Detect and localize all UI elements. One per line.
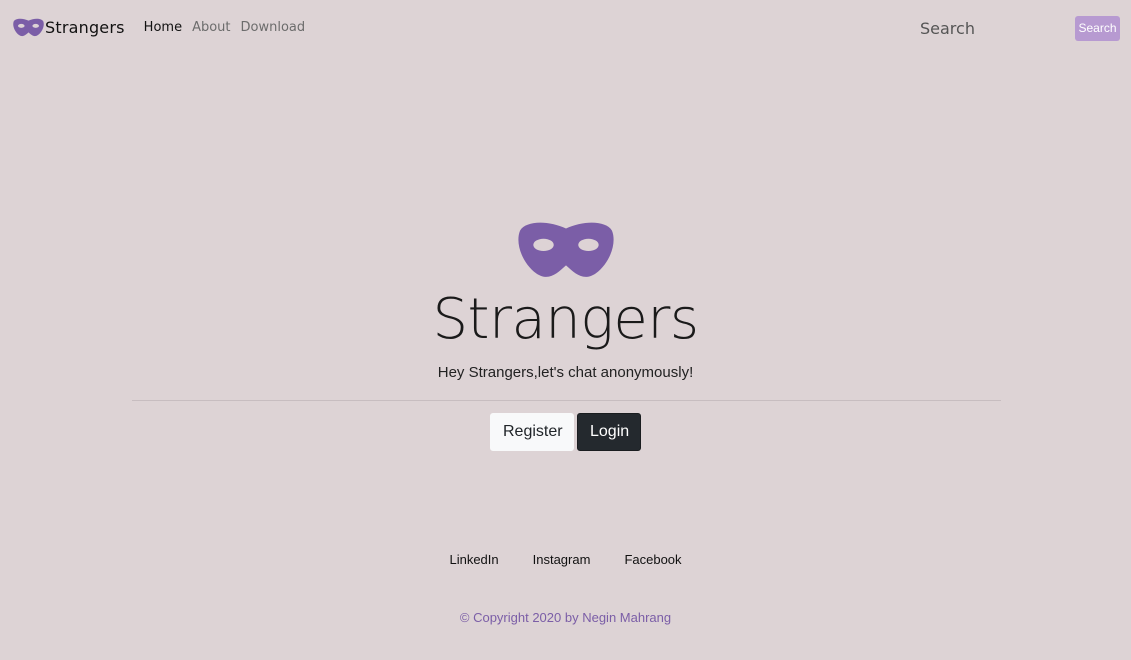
mask-icon <box>13 18 44 37</box>
hero-mask-icon <box>0 220 1131 280</box>
nav-links: Home About Download <box>144 20 315 35</box>
hero-title: Strangers <box>432 287 699 352</box>
search-button[interactable]: Search <box>1075 15 1120 41</box>
copyright: © Copyright 2020 by Negin Mahrang <box>459 610 672 625</box>
search-form: Search <box>920 15 1120 41</box>
linkedin-link[interactable]: LinkedIn <box>449 552 498 567</box>
social-links: LinkedIn Instagram Facebook <box>0 552 1131 567</box>
navbar: Strangers Home About Download Search <box>0 0 1131 55</box>
hero-subtitle: Hey Strangers,let's chat anonymously! <box>437 364 694 381</box>
hero: Strangers Hey Strangers,let's chat anony… <box>0 220 1131 381</box>
login-button[interactable]: Login <box>577 413 641 451</box>
divider <box>132 400 1001 401</box>
nav-about[interactable]: About <box>192 20 230 35</box>
nav-download[interactable]: Download <box>241 20 306 35</box>
brand-link[interactable]: Strangers <box>13 18 125 37</box>
search-input[interactable] <box>920 15 1070 41</box>
nav-home[interactable]: Home <box>144 20 182 35</box>
facebook-link[interactable]: Facebook <box>624 552 681 567</box>
instagram-link[interactable]: Instagram <box>533 552 591 567</box>
brand-name: Strangers <box>45 18 125 37</box>
auth-buttons: Register Login <box>0 413 1131 451</box>
register-button[interactable]: Register <box>490 413 574 451</box>
